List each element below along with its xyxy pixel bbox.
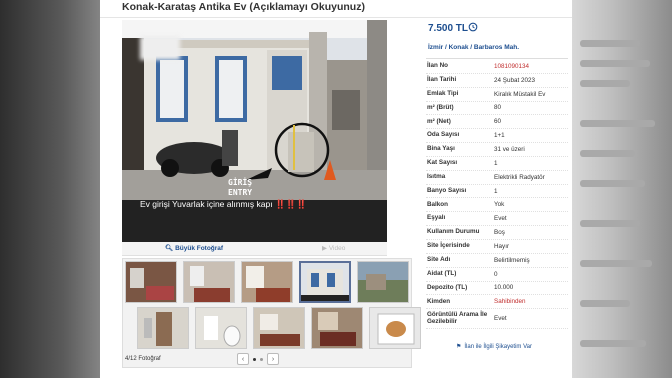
spec-row: Site İçerisinde Hayır bbox=[426, 240, 568, 254]
spec-value: 0 bbox=[494, 270, 498, 278]
spec-value: Sahibinden bbox=[494, 298, 526, 306]
spec-value: 10.000 bbox=[494, 284, 514, 292]
spec-row: Site Adı Belirtilmemiş bbox=[426, 254, 568, 268]
magnifier-icon: 🔍︎ bbox=[165, 245, 176, 252]
spec-value: Boş bbox=[494, 229, 505, 237]
spec-value: Evet bbox=[494, 215, 507, 223]
next-page-button[interactable]: › bbox=[267, 353, 279, 365]
spec-row: Banyo Sayısı 1 bbox=[426, 185, 568, 199]
report-listing-link[interactable]: ⚑ İlan ile İlgili Şikayetim Var bbox=[456, 343, 532, 351]
spec-key: Emlak Tipi bbox=[427, 89, 459, 97]
entry-annotation: GİRİŞ ENTRY bbox=[228, 178, 253, 197]
spec-key: Eşyalı bbox=[427, 214, 446, 222]
video-link[interactable]: ▶ Video bbox=[322, 244, 345, 252]
spec-row: Kat Sayısı 1 bbox=[426, 157, 568, 171]
thumbnail-10[interactable] bbox=[369, 307, 421, 349]
listing-page: Konak-Karataş Antika Ev (Açıklamayı Okuy… bbox=[100, 0, 572, 378]
spec-row: Görüntülü Arama İle Gezilebilir Evet bbox=[426, 309, 568, 330]
spec-row: Eşyalı Evet bbox=[426, 212, 568, 227]
thumbnail-8[interactable] bbox=[253, 307, 305, 349]
spec-row: Kullanım Durumu Boş bbox=[426, 226, 568, 240]
thumbnail-1[interactable] bbox=[125, 261, 177, 303]
spec-value: 1081090134 bbox=[494, 62, 530, 70]
spec-value: 80 bbox=[494, 104, 502, 112]
location-divider bbox=[426, 58, 568, 59]
thumbnail-4-active[interactable] bbox=[299, 261, 351, 303]
spec-value: Yok bbox=[494, 201, 505, 209]
spec-row: m² (Net) 60 bbox=[426, 115, 568, 130]
spec-value: 1 bbox=[494, 159, 498, 167]
spec-row: Aidat (TL) 0 bbox=[426, 268, 568, 282]
thumbnail-2[interactable] bbox=[183, 261, 235, 303]
spec-key: İlan No bbox=[427, 62, 448, 70]
spec-key: Kat Sayısı bbox=[427, 159, 458, 167]
spec-key: m² (Net) bbox=[427, 117, 451, 125]
spec-key: Site Adı bbox=[427, 255, 451, 263]
spec-table: İlan No 1081090134 İlan Tarihi 24 Şubat 202… bbox=[426, 60, 568, 330]
listing-title: Konak-Karataş Antika Ev (Açıklamayı Okuy… bbox=[122, 1, 365, 13]
spec-row: m² (Brüt) 80 bbox=[426, 102, 568, 116]
background-right bbox=[570, 0, 672, 378]
spec-key: Oda Sayısı bbox=[427, 131, 460, 139]
spec-key: Görüntülü Arama İle Gezilebilir bbox=[427, 311, 488, 325]
spec-row: İlan No 1081090134 bbox=[426, 60, 568, 74]
spec-value: Elektrikli Radyatör bbox=[494, 173, 545, 181]
flag-icon: ⚑ bbox=[456, 344, 462, 350]
prev-page-button[interactable]: ‹ bbox=[237, 353, 249, 365]
location-breadcrumb[interactable]: İzmir / Konak / Barbaros Mah. bbox=[428, 44, 519, 51]
photo-toolbar: 🔍︎ Büyük Fotoğraf ▶ Video bbox=[122, 242, 387, 256]
play-icon: ▶ bbox=[322, 245, 329, 252]
spec-row: Kimden Sahibinden bbox=[426, 295, 568, 310]
page-dot-1[interactable] bbox=[253, 357, 256, 361]
spec-value: Hayır bbox=[494, 242, 510, 250]
blurred-watermark bbox=[140, 36, 180, 60]
spec-key: m² (Brüt) bbox=[427, 103, 454, 111]
spec-row: Bina Yaşı 31 ve üzeri bbox=[426, 143, 568, 157]
thumbnail-pager: ‹ › bbox=[237, 353, 279, 365]
spec-key: Isıtma bbox=[427, 172, 446, 180]
spec-value: 1+1 bbox=[494, 132, 505, 140]
background-left bbox=[0, 0, 105, 378]
spec-value: 60 bbox=[494, 118, 502, 126]
photo-counter: 4/12 Fotoğraf bbox=[125, 356, 161, 362]
spec-row: Emlak Tipi Kiralık Müstakil Ev bbox=[426, 88, 568, 102]
thumbnail-6[interactable] bbox=[137, 307, 189, 349]
spec-value: Belirtilmemiş bbox=[494, 256, 530, 264]
chevron-left-icon: ‹ bbox=[241, 355, 245, 363]
title-divider bbox=[100, 17, 572, 18]
thumbnail-5[interactable] bbox=[357, 261, 409, 303]
spec-row: Isıtma Elektrikli Radyatör bbox=[426, 171, 568, 185]
spec-value: 1 bbox=[494, 187, 498, 195]
spec-row: Balkon Yok bbox=[426, 198, 568, 213]
spec-key: Bina Yaşı bbox=[427, 145, 455, 153]
spec-key: İlan Tarihi bbox=[427, 76, 457, 84]
spec-key: Site İçerisinde bbox=[427, 242, 470, 250]
spec-value: Kiralık Müstakil Ev bbox=[494, 90, 546, 98]
listing-price: 7.500 TL bbox=[428, 23, 469, 34]
spec-key: Banyo Sayısı bbox=[427, 186, 467, 194]
chevron-right-icon: › bbox=[271, 355, 275, 363]
spec-key: Balkon bbox=[427, 200, 448, 208]
spec-key: Depozito (TL) bbox=[427, 283, 468, 291]
spec-row: Oda Sayısı 1+1 bbox=[426, 129, 568, 144]
thumbnail-3[interactable] bbox=[241, 261, 293, 303]
spec-row: İlan Tarihi 24 Şubat 2023 bbox=[426, 74, 568, 88]
price-history-icon[interactable] bbox=[468, 22, 478, 32]
spec-key: Kullanım Durumu bbox=[427, 228, 480, 236]
spec-value: 31 ve üzeri bbox=[494, 145, 525, 153]
photo-caption: Ev girişi Yuvarlak içine alınmış kapı ‼️… bbox=[140, 199, 307, 209]
thumbnail-7[interactable] bbox=[195, 307, 247, 349]
big-photo-link[interactable]: 🔍︎ Büyük Fotoğraf bbox=[165, 244, 223, 252]
thumbnail-gallery: 4/12 Fotoğraf ‹ › bbox=[122, 258, 421, 368]
spec-key: Kimden bbox=[427, 297, 451, 305]
spec-key: Aidat (TL) bbox=[427, 269, 457, 277]
spec-value: Evet bbox=[494, 315, 507, 323]
spec-value: 24 Şubat 2023 bbox=[494, 76, 535, 84]
thumbnail-9[interactable] bbox=[311, 307, 363, 349]
page-dot-2[interactable] bbox=[260, 357, 263, 361]
spec-row: Depozito (TL) 10.000 bbox=[426, 282, 568, 296]
